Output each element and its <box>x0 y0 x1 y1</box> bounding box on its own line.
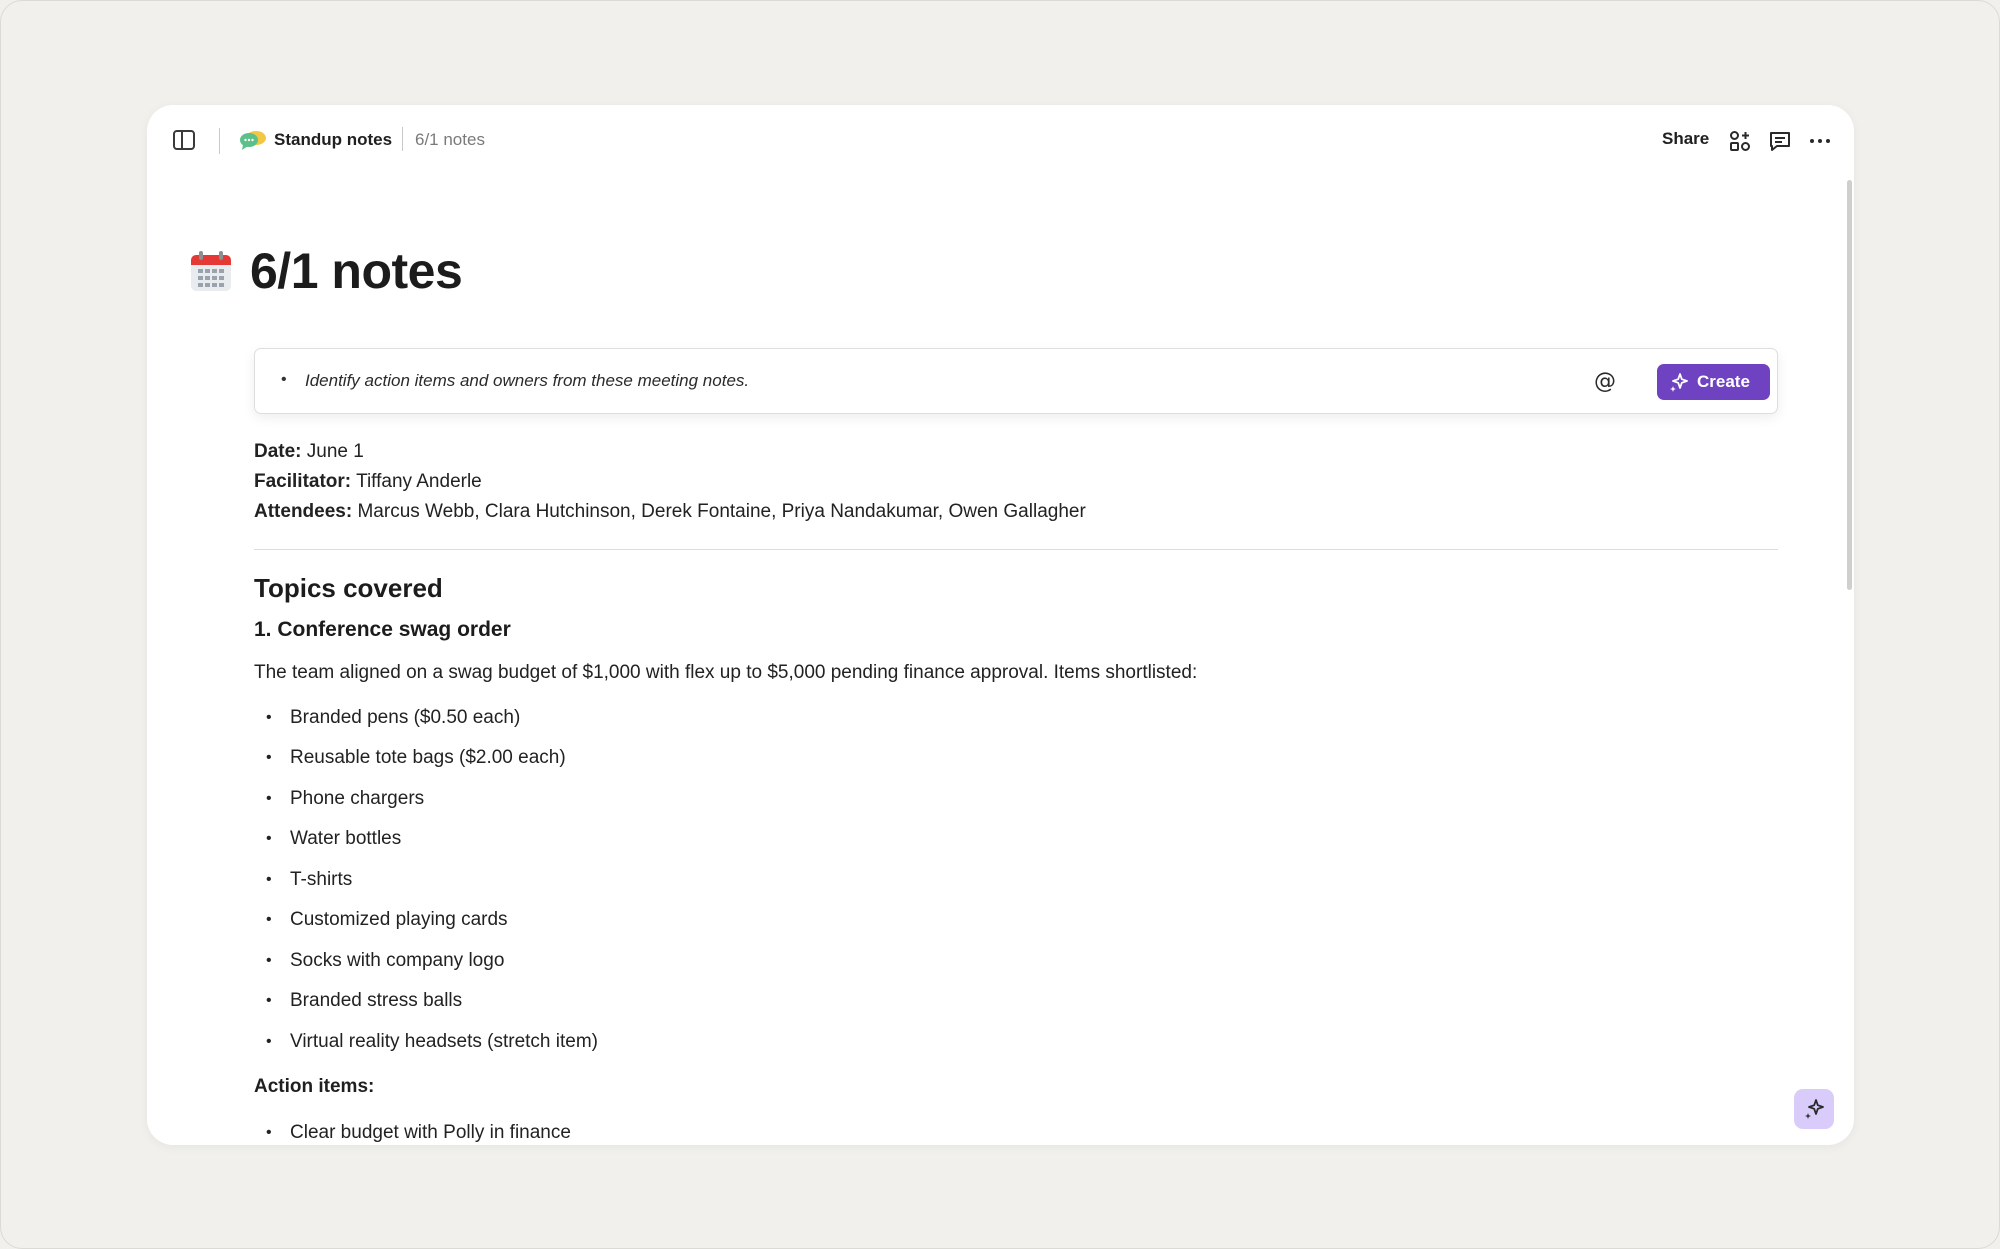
list-item-text: Virtual reality headsets (stretch item) <box>290 1031 598 1052</box>
bullet-dot: • <box>266 992 272 1009</box>
bullet-dot: • <box>266 871 272 888</box>
ai-prompt-box: • @ Create <box>254 348 1778 414</box>
bullet-dot: • <box>266 911 272 928</box>
divider <box>254 549 1778 550</box>
section-paragraph[interactable]: The team aligned on a swag budget of $1,… <box>254 660 1197 686</box>
breadcrumb-separator <box>402 127 403 151</box>
list-item-text: Clear budget with Polly in finance <box>290 1122 571 1143</box>
create-button-label: Create <box>1697 372 1750 391</box>
top-bar: Standup notes 6/1 notes Share <box>147 105 1854 179</box>
share-button[interactable]: Share <box>1662 127 1709 151</box>
facilitator-line[interactable]: Facilitator: Tiffany Anderle <box>254 469 482 495</box>
calendar-icon[interactable] <box>190 250 232 292</box>
facilitator-label: Facilitator: <box>254 471 352 492</box>
ai-assistant-button[interactable] <box>1794 1089 1834 1129</box>
section-heading[interactable]: 1. Conference swag order <box>254 616 511 644</box>
bullet-dot: • <box>266 1124 272 1141</box>
bullet-dot: • <box>281 371 287 388</box>
more-options-icon[interactable] <box>1808 129 1832 153</box>
breadcrumb-parent[interactable]: Standup notes <box>274 129 392 151</box>
bullet-dot: • <box>266 830 272 847</box>
toolbar-divider <box>219 128 220 154</box>
bullet-dot: • <box>266 1033 272 1050</box>
create-button[interactable]: Create <box>1657 364 1770 400</box>
date-value: June 1 <box>306 441 364 462</box>
sidebar-toggle-icon[interactable] <box>173 130 195 150</box>
sparkle-icon <box>1670 373 1688 392</box>
date-label: Date: <box>254 441 302 462</box>
app-window: Standup notes 6/1 notes Share 6/1 notes … <box>147 105 1854 1145</box>
action-items-heading[interactable]: Action items: <box>254 1074 374 1100</box>
list-item-text: Branded stress balls <box>290 990 463 1011</box>
list-item-text: Customized playing cards <box>290 909 508 930</box>
bullet-dot: • <box>266 709 272 726</box>
list-item-text: Reusable tote bags ($2.00 each) <box>290 747 566 768</box>
bullet-dot: • <box>266 749 272 766</box>
ai-prompt-input[interactable] <box>305 367 1505 395</box>
scrollbar-thumb[interactable] <box>1847 180 1852 590</box>
sparkle-icon <box>1805 1099 1824 1119</box>
facilitator-value: Tiffany Anderle <box>356 471 482 492</box>
list-item-text: T-shirts <box>290 869 353 890</box>
date-line[interactable]: Date: June 1 <box>254 439 364 465</box>
mention-icon[interactable]: @ <box>1592 369 1618 395</box>
list-item-text: Phone chargers <box>290 788 425 809</box>
breadcrumb-current[interactable]: 6/1 notes <box>415 129 485 151</box>
topics-heading[interactable]: Topics covered <box>254 571 443 605</box>
list-item-text: Branded pens ($0.50 each) <box>290 707 521 728</box>
bullet-dot: • <box>266 952 272 969</box>
attendees-value: Marcus Webb, Clara Hutchinson, Derek Fon… <box>357 501 1086 522</box>
attendees-label: Attendees: <box>254 501 353 522</box>
shapes-icon[interactable] <box>1728 129 1752 153</box>
attendees-line[interactable]: Attendees: Marcus Webb, Clara Hutchinson… <box>254 499 1086 525</box>
comments-icon[interactable] <box>1768 129 1792 153</box>
bullet-dot: • <box>266 790 272 807</box>
list-item-text: Water bottles <box>290 828 402 849</box>
page-title[interactable]: 6/1 notes <box>250 241 463 301</box>
list-item-text: Socks with company logo <box>290 950 505 971</box>
speech-bubbles-icon <box>240 131 266 150</box>
